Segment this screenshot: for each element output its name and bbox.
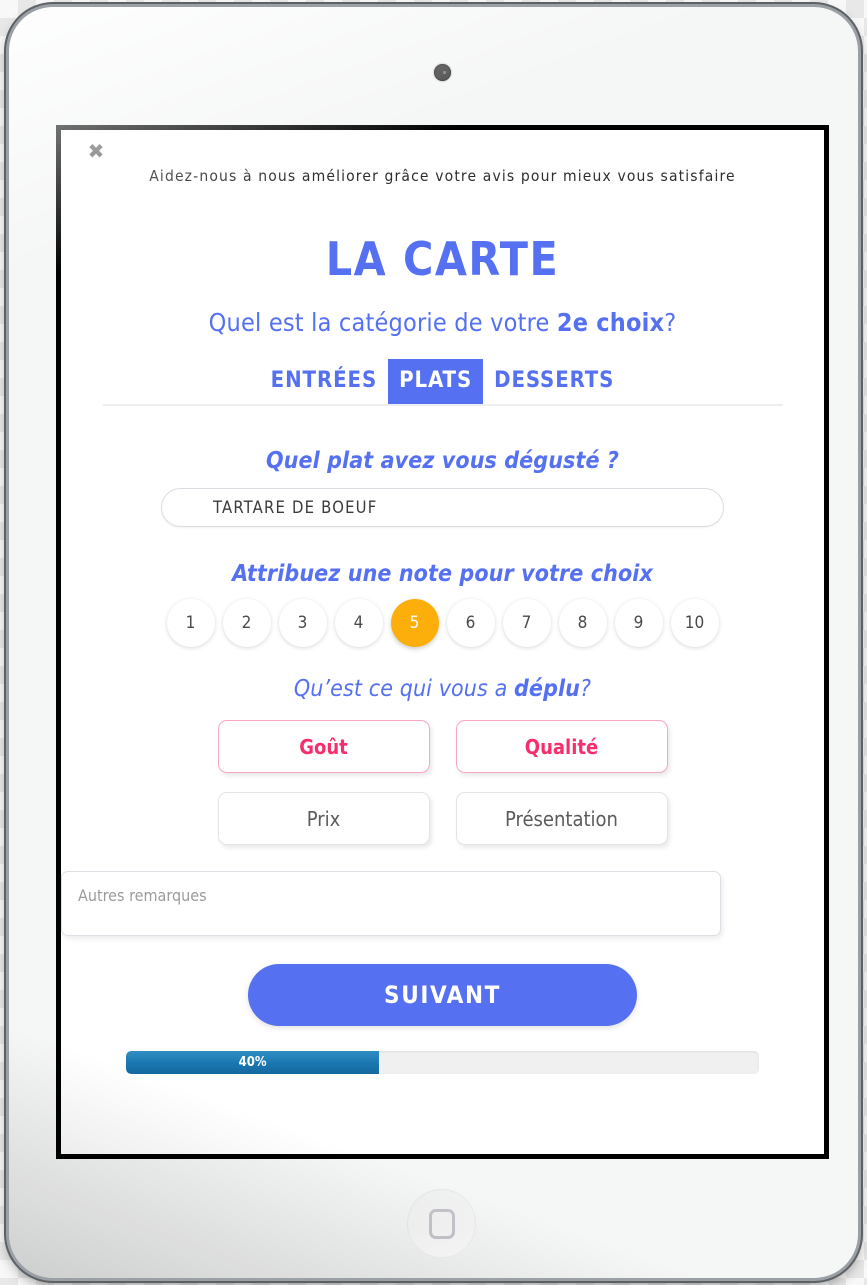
rating-chip-10[interactable]: 10	[670, 599, 719, 647]
home-button[interactable]	[407, 1189, 476, 1258]
close-icon[interactable]: ✖	[85, 140, 107, 162]
category-question: Quel est la catégorie de votre 2e choix?	[61, 308, 824, 337]
tab-entrees[interactable]: ENTRÉES	[260, 359, 388, 404]
camera-dot-icon	[434, 64, 451, 81]
progress-bar-fill: 40%	[126, 1051, 380, 1074]
progress-bar: 40%	[126, 1051, 759, 1074]
reason-question: Qu’est ce qui vous a déplu?	[61, 676, 824, 702]
rating-chip-4[interactable]: 4	[334, 599, 383, 647]
home-square-icon	[428, 1208, 455, 1239]
tab-plats[interactable]: PLATS	[388, 359, 484, 404]
reason-option-gout[interactable]: Goût	[217, 720, 430, 773]
submit-row: SUIVANT	[61, 964, 824, 1026]
page-title: LA CARTE	[325, 232, 560, 286]
intro-text: Aidez-nous à nous améliorer grâce votre …	[149, 167, 736, 185]
category-question-suffix: ?	[664, 308, 677, 337]
reason-question-suffix: ?	[580, 676, 592, 702]
rating-chip-8[interactable]: 8	[558, 599, 607, 647]
rating-question: Attribuez une note pour votre choix	[232, 561, 653, 587]
reason-question-prefix: Qu’est ce qui vous a	[293, 676, 515, 702]
reason-option-prix[interactable]: Prix	[217, 792, 430, 845]
tablet-device: ✖ Aidez-nous à nous améliorer grâce votr…	[9, 7, 858, 1278]
reason-option-qualite[interactable]: Qualité	[455, 720, 668, 773]
rating-chip-1[interactable]: 1	[166, 599, 215, 647]
tabs-divider	[102, 404, 783, 406]
reason-option-presentation[interactable]: Présentation	[455, 792, 668, 845]
rating-chip-2[interactable]: 2	[222, 599, 271, 647]
rating-scale: 1 2 3 4 5 6 7 8 9 10	[61, 599, 824, 647]
dish-input[interactable]: TARTARE DE BOEUF	[161, 488, 724, 527]
rating-chip-7[interactable]: 7	[502, 599, 551, 647]
tablet-screen: ✖ Aidez-nous à nous améliorer grâce votr…	[56, 125, 829, 1159]
category-tabs: ENTRÉES PLATS DESSERTS	[61, 359, 824, 404]
survey-page: ✖ Aidez-nous à nous améliorer grâce votr…	[61, 130, 824, 1154]
reason-question-highlight: déplu	[514, 676, 581, 702]
category-question-prefix: Quel est la catégorie de votre	[208, 308, 557, 337]
rating-chip-3[interactable]: 3	[278, 599, 327, 647]
rating-chip-5[interactable]: 5	[390, 599, 439, 647]
rating-chip-9[interactable]: 9	[614, 599, 663, 647]
reason-options: Goût Qualité Prix Présentation	[217, 720, 668, 845]
tab-desserts[interactable]: DESSERTS	[483, 359, 625, 404]
dish-question: Quel plat avez vous dégusté ?	[265, 448, 620, 474]
rating-chip-6[interactable]: 6	[446, 599, 495, 647]
category-question-highlight: 2e choix	[556, 308, 665, 337]
next-button[interactable]: SUIVANT	[248, 964, 637, 1026]
remarks-textarea[interactable]	[61, 871, 721, 936]
